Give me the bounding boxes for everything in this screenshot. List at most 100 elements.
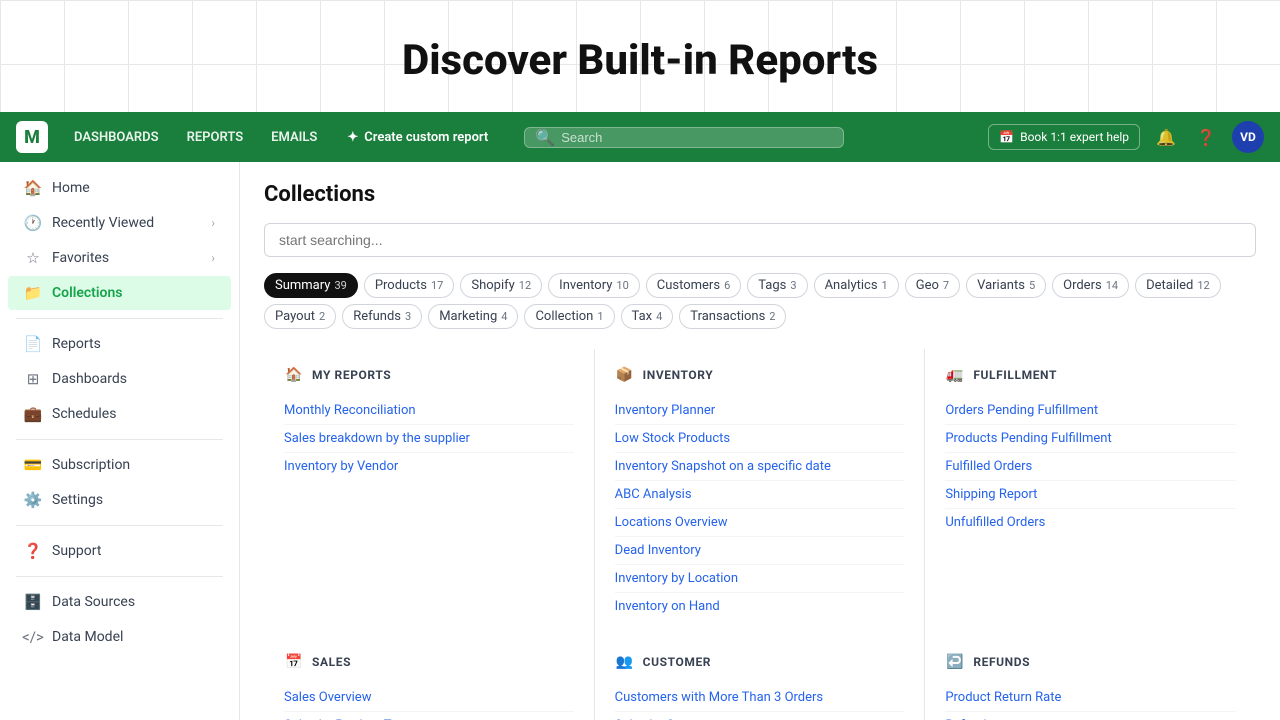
filter-tab-label: Shopify xyxy=(471,278,514,293)
filter-tab-analytics[interactable]: Analytics 1 xyxy=(814,273,899,298)
filter-tab-refunds[interactable]: Refunds3 xyxy=(342,304,422,329)
user-avatar[interactable]: VD xyxy=(1232,121,1264,153)
report-link[interactable]: Sales breakdown by the supplier xyxy=(284,425,574,453)
filter-tab-inventory[interactable]: Inventory10 xyxy=(548,273,640,298)
expert-help-button[interactable]: 📅 Book 1:1 expert help xyxy=(988,124,1140,150)
section-icon-refund: ↩️ xyxy=(945,652,965,672)
report-link[interactable]: ABC Analysis xyxy=(615,481,905,509)
report-link[interactable]: Sales by Product Tag xyxy=(284,712,574,720)
filter-tab-count: 39 xyxy=(334,279,346,292)
sidebar-subscription-label: Subscription xyxy=(52,457,130,473)
section-icon-truck: 🚛 xyxy=(945,365,965,385)
report-link[interactable]: Monthly Reconciliation xyxy=(284,397,574,425)
filter-tab-label: Analytics xyxy=(825,278,878,293)
collection-search-input[interactable] xyxy=(264,223,1256,257)
filter-tab-geo[interactable]: Geo 7 xyxy=(905,273,960,298)
hero-section: Discover Built-in Reports xyxy=(0,0,1280,120)
section-title: FULFILLMENT xyxy=(973,368,1057,382)
filter-tab-customers[interactable]: Customers6 xyxy=(646,273,741,298)
report-link[interactable]: Sales Overview xyxy=(284,684,574,712)
search-container[interactable]: 🔍 xyxy=(524,127,844,148)
filter-tab-count: 12 xyxy=(519,279,531,292)
report-link[interactable]: Refunds xyxy=(945,712,1236,720)
code-icon: </> xyxy=(24,628,42,646)
sidebar: 🏠 Home 🕐 Recently Viewed › ☆ Favorites ›… xyxy=(0,162,240,720)
nav-reports[interactable]: REPORTS xyxy=(177,124,254,151)
question-icon: ❓ xyxy=(24,542,42,560)
sidebar-item-settings[interactable]: ⚙️ Settings xyxy=(8,483,231,517)
report-link[interactable]: Inventory Planner xyxy=(615,397,905,425)
sidebar-item-data-sources[interactable]: 🗄️ Data Sources xyxy=(8,585,231,619)
logo[interactable]: M xyxy=(16,121,48,153)
section-title: MY REPORTS xyxy=(312,368,391,382)
report-link[interactable]: Dead Inventory xyxy=(615,537,905,565)
sidebar-item-reports[interactable]: 📄 Reports xyxy=(8,327,231,361)
filter-tab-shopify[interactable]: Shopify 12 xyxy=(460,273,542,298)
briefcase-icon: 💼 xyxy=(24,405,42,423)
sidebar-item-home[interactable]: 🏠 Home xyxy=(8,171,231,205)
sidebar-item-dashboards[interactable]: ⊞ Dashboards xyxy=(8,362,231,396)
filter-tab-transactions[interactable]: Transactions2 xyxy=(679,304,786,329)
section-header-customer: 👥 CUSTOMER xyxy=(615,652,905,672)
report-link[interactable]: Inventory by Location xyxy=(615,565,905,593)
filter-tab-count: 14 xyxy=(1106,279,1118,292)
nav-dashboards[interactable]: DASHBOARDS xyxy=(64,124,169,151)
hero-title: Discover Built-in Reports xyxy=(402,36,878,85)
sidebar-item-collections[interactable]: 📁 Collections xyxy=(8,276,231,310)
sidebar-item-data-model[interactable]: </> Data Model xyxy=(8,620,231,654)
filter-tab-tax[interactable]: Tax4 xyxy=(621,304,674,329)
search-input[interactable] xyxy=(561,130,833,145)
help-button[interactable]: ❓ xyxy=(1192,123,1220,151)
sidebar-schedules-label: Schedules xyxy=(52,406,116,422)
section-header-sales: 📅 SALES xyxy=(284,652,574,672)
filter-tab-products[interactable]: Products17 xyxy=(364,273,455,298)
sidebar-item-subscription[interactable]: 💳 Subscription xyxy=(8,448,231,482)
sidebar-item-support[interactable]: ❓ Support xyxy=(8,534,231,568)
filter-tab-detailed[interactable]: Detailed12 xyxy=(1135,273,1221,298)
section-my-reports: 🏠 MY REPORTS Monthly ReconciliationSales… xyxy=(264,349,595,636)
notifications-button[interactable]: 🔔 xyxy=(1152,123,1180,151)
database-icon: 🗄️ xyxy=(24,593,42,611)
grid-icon: ⊞ xyxy=(24,370,42,388)
report-link[interactable]: Inventory Snapshot on a specific date xyxy=(615,453,905,481)
filter-tab-count: 1 xyxy=(882,279,888,292)
gear-icon: ⚙️ xyxy=(24,491,42,509)
filter-tab-tags[interactable]: Tags3 xyxy=(747,273,807,298)
nav-emails[interactable]: EMAILS xyxy=(261,124,327,151)
report-link[interactable]: Shipping Report xyxy=(945,481,1236,509)
filter-tab-label: Tags xyxy=(758,278,786,293)
filter-tab-collection[interactable]: Collection1 xyxy=(524,304,614,329)
report-link[interactable]: Inventory on Hand xyxy=(615,593,905,620)
search-icon: 🔍 xyxy=(535,128,555,147)
sidebar-data-model-label: Data Model xyxy=(52,629,123,645)
filter-tab-count: 7 xyxy=(943,279,949,292)
sidebar-item-schedules[interactable]: 💼 Schedules xyxy=(8,397,231,431)
filter-tab-marketing[interactable]: Marketing4 xyxy=(428,304,518,329)
sidebar-favorites-label: Favorites xyxy=(52,250,109,266)
filter-tab-label: Inventory xyxy=(559,278,612,293)
section-header-my-reports: 🏠 MY REPORTS xyxy=(284,365,574,385)
section-icon-chart: 📅 xyxy=(284,652,304,672)
filter-tab-payout[interactable]: Payout2 xyxy=(264,304,336,329)
filter-tab-label: Products xyxy=(375,278,427,293)
report-link[interactable]: Locations Overview xyxy=(615,509,905,537)
filter-tab-summary[interactable]: Summary39 xyxy=(264,273,358,298)
report-link[interactable]: Inventory by Vendor xyxy=(284,453,574,480)
report-link[interactable]: Fulfilled Orders xyxy=(945,453,1236,481)
filter-tab-label: Geo xyxy=(916,278,939,293)
report-link[interactable]: Products Pending Fulfillment xyxy=(945,425,1236,453)
filter-tab-variants[interactable]: Variants5 xyxy=(966,273,1046,298)
report-link[interactable]: Orders Pending Fulfillment xyxy=(945,397,1236,425)
sidebar-item-recently-viewed[interactable]: 🕐 Recently Viewed › xyxy=(8,206,231,240)
report-link[interactable]: Unfulfilled Orders xyxy=(945,509,1236,536)
report-link[interactable]: Low Stock Products xyxy=(615,425,905,453)
report-link[interactable]: Product Return Rate xyxy=(945,684,1236,712)
report-link[interactable]: Sales by Customer xyxy=(615,712,905,720)
section-icon-box: 📦 xyxy=(615,365,635,385)
sidebar-item-favorites[interactable]: ☆ Favorites › xyxy=(8,241,231,275)
filter-tab-label: Transactions xyxy=(690,309,765,324)
filter-tab-orders[interactable]: Orders14 xyxy=(1052,273,1129,298)
filter-tab-count: 3 xyxy=(405,310,411,323)
report-link[interactable]: Customers with More Than 3 Orders xyxy=(615,684,905,712)
create-custom-report-button[interactable]: ✦ Create custom report xyxy=(335,124,500,151)
